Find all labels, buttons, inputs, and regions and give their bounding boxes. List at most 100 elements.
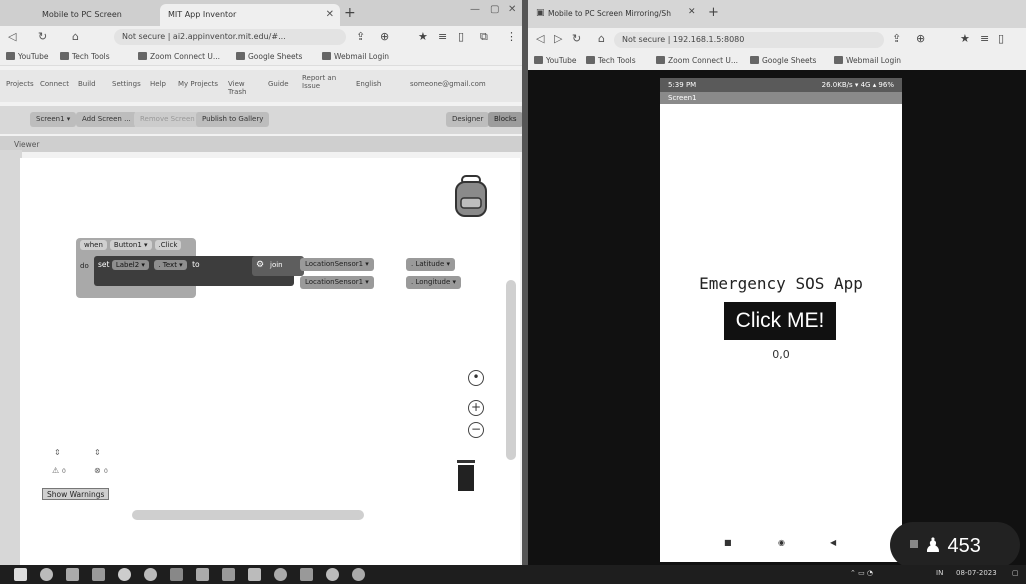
tray-language[interactable]: IN (936, 569, 943, 577)
menu-my-projects[interactable]: My Projects (178, 80, 218, 88)
bookmark-sheets[interactable]: Google Sheets (750, 56, 816, 65)
notepad-icon[interactable] (300, 568, 313, 581)
remove-screen-button[interactable]: Remove Screen (134, 112, 201, 127)
menu-help[interactable]: Help (150, 80, 166, 88)
menu-report-issue[interactable]: Report an Issue (302, 74, 340, 90)
star-icon[interactable]: ★ (960, 32, 970, 45)
start-icon[interactable] (14, 568, 27, 581)
sidebar-icon[interactable]: ▯ (998, 32, 1004, 45)
bookmark-webmail[interactable]: Webmail Login (322, 52, 389, 61)
home-icon[interactable]: ⌂ (72, 30, 79, 43)
latitude-property[interactable]: . Latitude ▾ (406, 258, 455, 271)
chrome-icon[interactable] (144, 568, 157, 581)
back-button-icon[interactable]: ◀ (830, 538, 836, 547)
recent-apps-icon[interactable]: ■ (724, 538, 732, 547)
share-icon[interactable]: ⇪ (892, 32, 901, 45)
app-icon[interactable] (222, 568, 235, 581)
menu-account[interactable]: someone@gmail.com (410, 80, 486, 88)
maximize-icon[interactable]: ▢ (490, 4, 499, 15)
forward-icon[interactable]: ▷ (554, 32, 562, 45)
store-icon[interactable] (170, 568, 183, 581)
share-icon[interactable]: ⇪ (356, 30, 365, 43)
left-url-bar[interactable]: Not secure | ai2.appinventor.mit.edu/#..… (114, 29, 346, 45)
bookmark-zoom[interactable]: Zoom Connect U... (138, 52, 220, 61)
star-icon[interactable]: ★ (418, 30, 428, 43)
tab-app-inventor[interactable]: MIT App Inventor ✕ (160, 4, 340, 26)
reload-icon[interactable]: ↻ (572, 32, 581, 45)
click-me-button[interactable]: Click ME! (724, 302, 836, 340)
new-tab-icon[interactable]: + (344, 5, 356, 21)
bookmark-youtube[interactable]: YouTube (534, 56, 577, 65)
menu-icon[interactable]: ⋮ (506, 30, 517, 43)
back-icon[interactable]: ◁ (8, 30, 16, 43)
tab-mobile-mirror[interactable]: Mobile to PC Screen (34, 4, 154, 26)
tray-date[interactable]: 08-07-2023 (956, 569, 997, 577)
close-tab-icon[interactable]: ✕ (326, 9, 334, 20)
favorites-icon[interactable]: ≡ (980, 32, 989, 45)
backpack-icon[interactable] (452, 174, 490, 218)
tray-icons[interactable]: ⌃ ▭ ◔ (850, 569, 873, 577)
search-icon[interactable] (40, 568, 53, 581)
notification-icon[interactable]: ▢ (1012, 569, 1019, 577)
collections-icon[interactable]: ⧉ (480, 30, 488, 44)
mail-icon[interactable] (92, 568, 105, 581)
designer-button[interactable]: Designer (446, 112, 490, 127)
location-sensor-longitude-1[interactable]: LocationSensor1 ▾ (300, 276, 374, 289)
gear-icon[interactable]: ⚙ (256, 260, 264, 270)
property-dropdown[interactable]: . Text ▾ (154, 260, 187, 270)
right-url-bar[interactable]: Not secure | 192.168.1.5:8080 (614, 32, 884, 48)
sidebar-icon[interactable]: ▯ (458, 30, 464, 43)
menu-settings[interactable]: Settings (112, 80, 141, 88)
screen-select[interactable]: Screen1 ▾ (30, 112, 77, 127)
network-app-icon[interactable] (248, 568, 261, 581)
blocks-workspace[interactable] (20, 158, 520, 565)
menu-connect[interactable]: Connect (40, 80, 69, 88)
warning-arrows-icon[interactable]: ⇕ (54, 448, 61, 457)
error-arrows-icon[interactable]: ⇕ (94, 448, 101, 457)
home-icon[interactable]: ⌂ (598, 32, 605, 45)
bookmark-zoom[interactable]: Zoom Connect U... (656, 56, 738, 65)
bookmark-youtube[interactable]: YouTube (6, 52, 49, 61)
label-dropdown[interactable]: Label2 ▾ (111, 260, 149, 270)
component-dropdown[interactable]: Button1 ▾ (109, 240, 152, 250)
media-icon[interactable] (326, 568, 339, 581)
menu-view-trash[interactable]: View Trash (228, 80, 262, 96)
menu-guide[interactable]: Guide (268, 80, 289, 88)
settings-icon[interactable] (352, 568, 365, 581)
trash-icon[interactable] (455, 458, 477, 492)
extension-icon[interactable]: ⊕ (916, 32, 925, 45)
workspace-vertical-scrollbar[interactable] (506, 280, 516, 460)
menu-language[interactable]: English (356, 80, 381, 88)
new-tab-icon[interactable]: + (708, 5, 719, 20)
shield-icon[interactable] (196, 568, 209, 581)
publish-gallery-button[interactable]: Publish to Gallery (196, 112, 270, 127)
longitude-property[interactable]: . Longitude ▾ (406, 276, 462, 289)
location-sensor-latitude-1[interactable]: LocationSensor1 ▾ (300, 258, 374, 271)
show-warnings-button[interactable]: Show Warnings (42, 488, 110, 500)
center-target-icon[interactable]: • (468, 370, 484, 386)
menu-build[interactable]: Build (78, 80, 96, 88)
edge-icon[interactable] (118, 568, 131, 581)
close-window-icon[interactable]: ✕ (508, 4, 516, 15)
bookmark-webmail[interactable]: Webmail Login (834, 56, 901, 65)
home-button-icon[interactable]: ◉ (778, 538, 785, 547)
workspace-horizontal-scrollbar[interactable] (132, 510, 364, 520)
phone-screen-mirror[interactable]: 5:39 PM 26.0KB/s ▾ 4G ▴ 96% Screen1 Emer… (660, 78, 902, 562)
menu-projects[interactable]: Projects (6, 80, 34, 88)
blocks-button[interactable]: Blocks (488, 112, 522, 127)
close-tab-icon[interactable]: ✕ (688, 7, 696, 17)
task-view-icon[interactable] (66, 568, 79, 581)
reload-icon[interactable]: ↻ (38, 30, 47, 43)
back-icon[interactable]: ◁ (536, 32, 544, 45)
add-screen-button[interactable]: Add Screen ... (76, 112, 137, 127)
right-tab-label[interactable]: Mobile to PC Screen Mirroring/Sh (548, 9, 671, 18)
extension-icon[interactable]: ⊕ (380, 30, 389, 43)
minimize-icon[interactable]: — (470, 4, 480, 15)
zoom-out-icon[interactable]: − (468, 422, 484, 438)
favorites-icon[interactable]: ≡ (438, 30, 447, 43)
bookmark-sheets[interactable]: Google Sheets (236, 52, 302, 61)
browser-icon[interactable] (274, 568, 287, 581)
bookmark-tech-tools[interactable]: Tech Tools (60, 52, 110, 61)
zoom-in-icon[interactable]: + (468, 400, 484, 416)
bookmark-tech-tools[interactable]: Tech Tools (586, 56, 636, 65)
